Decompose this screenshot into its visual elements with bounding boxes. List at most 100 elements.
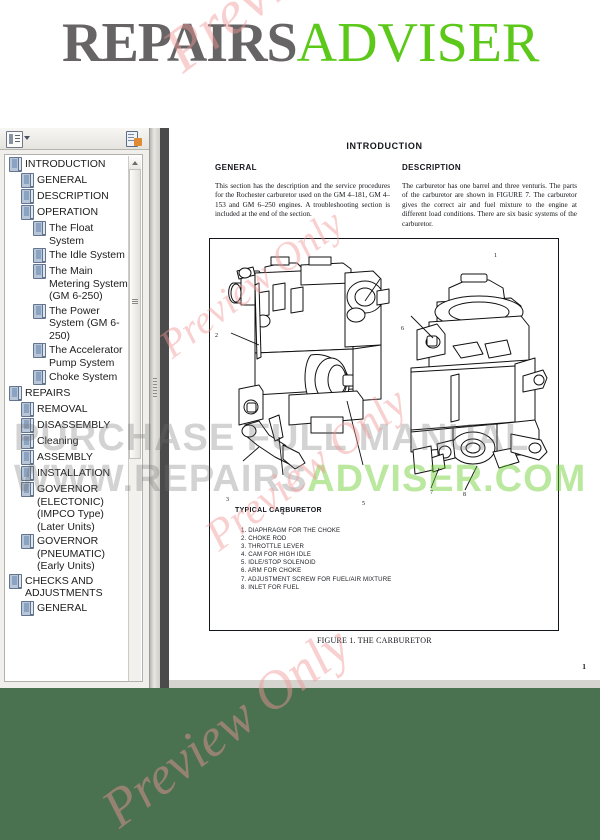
- scrollbar-thumb[interactable]: [129, 169, 141, 459]
- brand-logo-repairs: REPAIRS: [62, 12, 298, 74]
- bookmark-item[interactable]: The Main Metering System (GM 6-250): [5, 264, 130, 303]
- figure-legend-item: 3. THROTTLE LEVER: [241, 543, 305, 551]
- bookmarks-sidebar: INTRODUCTION GENERAL DESCRIPTION OPERATION T…: [0, 128, 150, 688]
- bookmark-icon: [21, 450, 34, 465]
- callout-number: 5: [362, 501, 365, 507]
- bookmark-label: The Main Metering System (GM 6-250): [49, 265, 128, 302]
- bookmark-label: The Accelerator Pump System: [49, 344, 123, 369]
- scrollbar-grip-icon: [132, 299, 138, 304]
- bookmark-icon: [21, 402, 34, 417]
- figure-legend-list: 1. DIAPHRAGM FOR THE CHOKE 2. CHOKE ROD 3.…: [241, 527, 391, 592]
- bookmark-icon: [21, 418, 34, 433]
- bookmark-item[interactable]: The Power System (GM 6-250): [5, 303, 130, 343]
- bookmark-item[interactable]: INSTALLATION: [5, 466, 130, 481]
- callout-number: 7: [430, 490, 433, 496]
- bookmark-label: INSTALLATION: [37, 467, 111, 479]
- bookmark-label: DESCRIPTION: [37, 190, 109, 202]
- bookmark-label: REMOVAL: [37, 403, 88, 415]
- figure-legend-item: 7. ADJUSTMENT SCREW FOR FUEL/AIR MIXTURE: [241, 575, 392, 583]
- bookmark-item[interactable]: CHECKS AND ADJUSTMENTS: [5, 573, 130, 600]
- sidebar-splitter[interactable]: [150, 128, 160, 688]
- bookmark-tree-pane: INTRODUCTION GENERAL DESCRIPTION OPERATION T…: [4, 154, 143, 682]
- bookmark-icon: [33, 248, 46, 263]
- brand-logo: REPAIRSADVISER: [62, 12, 539, 74]
- callout-number: 2: [215, 333, 218, 339]
- bookmark-item[interactable]: REMOVAL: [5, 402, 130, 417]
- bookmark-icon: [21, 534, 34, 549]
- bookmark-label: REPAIRS: [25, 387, 71, 399]
- bookmark-icon: [33, 370, 46, 385]
- bookmark-icon: [21, 434, 34, 449]
- arrow-glyph: [134, 138, 142, 146]
- bookmark-label: GOVERNOR (PNEUMATIC) (Early Units): [37, 535, 106, 572]
- callout-number: 8: [463, 492, 466, 498]
- bookmark-label: INTRODUCTION: [25, 158, 106, 170]
- sidebar-scrollbar[interactable]: [128, 156, 141, 681]
- column-text-description: The carburetor has one barrel and three …: [402, 182, 577, 228]
- carburetor-right-view-illustration: [410, 273, 548, 491]
- scroll-up-arrow-icon[interactable]: [129, 156, 141, 169]
- figure-legend-item: 6. ARM FOR CHOKE: [241, 567, 302, 575]
- bookmark-item[interactable]: OPERATION: [5, 205, 130, 220]
- bookmark-icon: [33, 264, 46, 279]
- bookmark-item[interactable]: INTRODUCTION: [5, 157, 130, 172]
- callout-number: 3: [226, 497, 229, 503]
- pdf-viewer: INTRODUCTION GENERAL DESCRIPTION OPERATION T…: [0, 128, 600, 688]
- bookmark-item[interactable]: GENERAL: [5, 173, 130, 188]
- bookmark-list-icon[interactable]: [6, 131, 23, 148]
- bookmark-item[interactable]: Cleaning: [5, 434, 130, 449]
- bookmark-item[interactable]: GENERAL: [5, 600, 130, 616]
- bookmark-item[interactable]: The Float System: [5, 221, 130, 247]
- bookmark-item[interactable]: DISASSEMBLY: [5, 418, 130, 433]
- bookmark-item[interactable]: ASSEMBLY: [5, 450, 130, 465]
- bookmark-item[interactable]: Choke System: [5, 370, 130, 385]
- bookmark-label: GENERAL: [37, 601, 88, 614]
- figure-legend-item: 2. CHOKE ROD: [241, 535, 287, 543]
- bookmark-item[interactable]: GOVERNOR (ELECTONIC) (IMPCO Type) (Later…: [5, 482, 130, 533]
- figure-legend-item: 1. DIAPHRAGM FOR THE CHOKE: [241, 527, 341, 534]
- bookmark-label: Cleaning: [37, 435, 79, 447]
- chevron-down-icon[interactable]: [24, 136, 30, 140]
- bookmark-item[interactable]: REPAIRS: [5, 386, 130, 401]
- splitter-grip-icon: [153, 378, 157, 406]
- sidebar-toolbar: [0, 128, 149, 150]
- column-text-general: This section has the description and the…: [215, 182, 390, 219]
- bookmark-item[interactable]: The Accelerator Pump System: [5, 343, 130, 369]
- bookmark-icon: [33, 221, 46, 236]
- bookmark-label: DISASSEMBLY: [37, 419, 111, 431]
- column-heading-general: GENERAL: [215, 163, 257, 172]
- bookmark-icon: [9, 157, 22, 172]
- figure-legend-item: 4. CAM FOR HIGH IDLE: [241, 551, 312, 559]
- callout-number: 6: [401, 326, 404, 332]
- document-page: INTRODUCTION GENERAL This section has th…: [169, 128, 600, 680]
- carburetor-left-view-illustration: [228, 256, 390, 476]
- figure-frame: 1 2 3 4 5 6 7 8 TYPICAL CARBURETOR 1. DI…: [209, 238, 559, 631]
- column-heading-description: DESCRIPTION: [402, 163, 462, 172]
- bookmark-icon: [21, 205, 34, 220]
- bookmark-icon: [21, 173, 34, 188]
- bookmark-item[interactable]: DESCRIPTION: [5, 189, 130, 204]
- bookmark-icon: [33, 303, 46, 319]
- bookmark-label: The Idle System: [49, 249, 125, 261]
- bookmark-item[interactable]: GOVERNOR (PNEUMATIC) (Early Units): [5, 534, 130, 573]
- bookmark-icon: [33, 343, 46, 358]
- callout-number: 1: [494, 253, 497, 259]
- page-number: 1: [582, 662, 586, 671]
- bookmark-label: OPERATION: [37, 206, 99, 218]
- bookmark-icon: [9, 386, 22, 401]
- bookmark-item[interactable]: The Idle System: [5, 248, 130, 263]
- bookmark-label: The Float System: [49, 222, 94, 247]
- brand-logo-adviser: ADVISER: [296, 12, 540, 74]
- document-title: INTRODUCTION: [346, 141, 423, 151]
- export-page-icon[interactable]: [126, 131, 142, 147]
- figure-legend-item: 8. INLET FOR FUEL: [241, 583, 300, 591]
- bookmark-label: ASSEMBLY: [37, 451, 93, 463]
- bookmark-tree: INTRODUCTION GENERAL DESCRIPTION OPERATION T…: [5, 157, 130, 617]
- bookmark-label: GOVERNOR (ELECTONIC) (IMPCO Type) (Later…: [37, 483, 104, 533]
- brand-header: REPAIRSADVISER: [0, 0, 600, 128]
- bookmark-icon: [21, 600, 34, 616]
- figure-caption: FIGURE 1. THE CARBURETOR: [317, 636, 432, 645]
- figure-legend-item: 5. IDLE/STOP SOLENOID: [241, 559, 316, 567]
- bookmark-icon: [21, 482, 34, 497]
- bookmark-icon: [21, 466, 34, 481]
